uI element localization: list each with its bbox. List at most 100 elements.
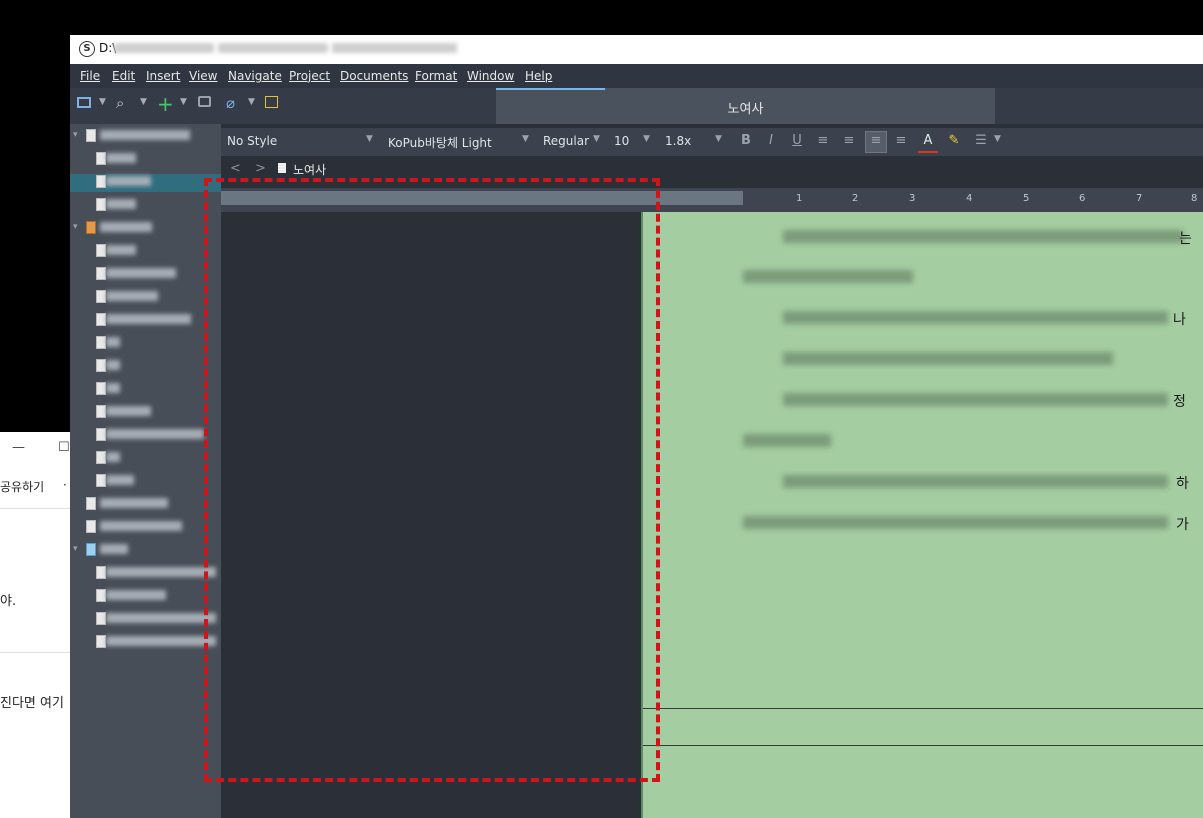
text-fragment: 나 [1173, 312, 1186, 328]
justify-icon[interactable]: ≡ [865, 131, 887, 153]
binder-item[interactable] [106, 590, 166, 600]
menu-file[interactable]: File [80, 69, 100, 83]
style-select[interactable]: No Style [227, 134, 277, 148]
minimize-button[interactable]: — [12, 440, 25, 455]
text-fragment: 는 [1179, 231, 1192, 247]
back-button[interactable]: < [230, 161, 241, 176]
divider [0, 508, 80, 509]
binder-item[interactable] [106, 245, 136, 255]
ruler-number: 5 [1023, 193, 1030, 204]
forward-button[interactable]: > [255, 161, 266, 176]
document-icon [96, 198, 106, 211]
chevron-down-icon[interactable]: ▼ [248, 97, 255, 107]
binder-item[interactable] [106, 383, 120, 393]
binder-toggle-icon[interactable] [77, 97, 91, 108]
binder-item[interactable] [106, 268, 176, 278]
menu-format[interactable]: Format [415, 69, 457, 83]
font-select[interactable]: KoPub바탕체 Light [388, 134, 492, 151]
menu-window[interactable]: Window [467, 69, 514, 83]
chevron-down-icon[interactable]: ▼ [99, 97, 106, 107]
binder-item[interactable] [100, 130, 190, 140]
line-spacing-select[interactable]: 1.8x [665, 134, 691, 148]
align-right-icon[interactable]: ≡ [891, 131, 911, 151]
redacted-title-part [218, 43, 328, 53]
underline-button[interactable]: U [787, 131, 807, 151]
binder-item[interactable] [106, 360, 120, 370]
italic-button[interactable]: I [761, 131, 781, 151]
document-tab[interactable]: 노여사 [496, 88, 995, 124]
chevron-down-icon[interactable]: ▼ [522, 134, 529, 144]
notes-icon[interactable] [265, 96, 278, 108]
title-bar[interactable]: S D:\ [70, 35, 1203, 64]
binder-item[interactable] [106, 567, 216, 577]
more-button[interactable]: · [63, 478, 67, 492]
background-text-line: 야. [0, 594, 17, 609]
binder-item[interactable] [106, 291, 158, 301]
trash-icon[interactable] [198, 96, 211, 107]
binder-item[interactable] [106, 337, 120, 347]
paperclip-icon[interactable]: ⌀ [226, 94, 235, 112]
chevron-down-icon[interactable]: ▼ [180, 97, 187, 107]
chevron-down-icon[interactable]: ▾ [73, 130, 78, 140]
document-icon [96, 152, 106, 165]
editor-page[interactable]: 는 나 정 하 가 [643, 212, 1203, 818]
breadcrumb-title: 노여사 [293, 163, 327, 177]
text-color-button[interactable]: A [918, 131, 938, 153]
document-icon [96, 474, 106, 487]
ruler-number: 2 [852, 193, 859, 204]
binder-item[interactable] [106, 153, 136, 163]
chevron-down-icon[interactable]: ▾ [73, 222, 78, 232]
binder-item[interactable] [100, 498, 168, 508]
binder-item[interactable] [106, 406, 151, 416]
binder-item[interactable] [106, 314, 191, 324]
background-text-line: 진다면 여기 [0, 696, 64, 711]
binder-item[interactable] [106, 429, 204, 439]
share-button[interactable]: 공유하기 [0, 478, 44, 495]
background-window: — ☐ 공유하기 · 야. 진다면 여기 [0, 432, 80, 818]
chevron-down-icon[interactable]: ▼ [994, 134, 1001, 144]
folder-icon [86, 221, 96, 234]
binder-item[interactable] [106, 199, 136, 209]
chevron-down-icon[interactable]: ▼ [140, 97, 147, 107]
binder-item[interactable] [100, 222, 152, 232]
search-icon[interactable]: ⌕ [116, 94, 124, 112]
divider-line [643, 708, 1203, 709]
chevron-down-icon[interactable]: ▼ [715, 134, 722, 144]
text-fragment: 하 [1176, 476, 1189, 492]
document-icon [96, 589, 106, 602]
binder-item[interactable] [106, 636, 216, 646]
chevron-down-icon[interactable]: ▼ [366, 134, 373, 144]
chevron-down-icon[interactable]: ▼ [643, 134, 650, 144]
menu-bar: File Edit Insert View Navigate Project D… [70, 64, 1203, 88]
align-center-icon[interactable]: ≡ [839, 131, 859, 151]
binder-item[interactable] [106, 475, 134, 485]
chevron-down-icon[interactable]: ▼ [593, 134, 600, 144]
binder-item[interactable] [106, 452, 120, 462]
font-size-select[interactable]: 10 [614, 134, 629, 148]
menu-navigate[interactable]: Navigate [228, 69, 282, 83]
align-left-icon[interactable]: ≡ [813, 131, 833, 151]
menu-project[interactable]: Project [289, 69, 330, 83]
menu-documents[interactable]: Documents [340, 69, 408, 83]
divider-line [643, 745, 1203, 746]
menu-view[interactable]: View [189, 69, 217, 83]
chevron-down-icon[interactable]: ▾ [73, 544, 78, 554]
list-icon[interactable]: ☰ [971, 131, 991, 151]
binder-item[interactable] [100, 521, 182, 531]
highlighter-icon[interactable]: ✎ [944, 131, 964, 151]
menu-help[interactable]: Help [525, 69, 552, 83]
menu-edit[interactable]: Edit [112, 69, 135, 83]
add-icon[interactable]: + [157, 92, 174, 116]
binder-item[interactable] [106, 613, 216, 623]
binder-item[interactable] [106, 176, 151, 186]
weight-select[interactable]: Regular [543, 134, 589, 148]
redacted-text-line [783, 311, 1168, 324]
bold-button[interactable]: B [736, 131, 756, 151]
document-icon [86, 129, 96, 142]
menu-insert[interactable]: Insert [146, 69, 180, 83]
ruler-number: 1 [796, 193, 803, 204]
document-icon [96, 267, 106, 280]
binder-item[interactable] [100, 544, 128, 554]
tab-label: 노여사 [727, 102, 764, 117]
maximize-button[interactable]: ☐ [58, 440, 70, 455]
